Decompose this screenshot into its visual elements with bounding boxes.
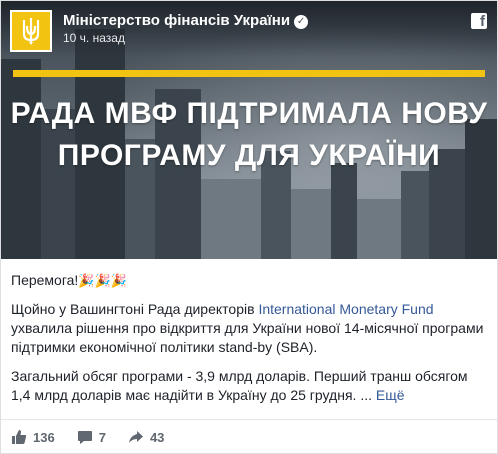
paragraph-2: Загальний обсяг програми - 3,9 млрд дола… [11, 367, 489, 405]
like-icon [12, 430, 27, 444]
building [291, 189, 331, 259]
trident-icon [22, 18, 40, 45]
comment-icon [77, 431, 92, 444]
page-name-text[interactable]: Міністерство фінансів України [63, 12, 290, 29]
comment-count: 7 [98, 429, 106, 445]
post-image[interactable]: Міністерство фінансів України ✓ 10 ч. наз… [1, 1, 497, 259]
comment-action[interactable]: 7 [77, 429, 106, 445]
like-action[interactable]: 136 [11, 429, 55, 445]
post-text: Перемога!🎉🎉🎉 Щойно у Вашингтоні Рада дир… [11, 271, 489, 415]
headline-line-2: ПРОГРАМУ ДЛЯ УКРАЇНИ [57, 139, 441, 172]
imf-page-link[interactable]: International Monetary Fund [258, 301, 433, 317]
greeting-text: Перемога! [11, 272, 79, 288]
facebook-icon: f [471, 13, 487, 29]
para1-before: Щойно у Вашингтоні Рада директорів [11, 301, 259, 317]
building [401, 171, 429, 259]
post-timestamp[interactable]: 10 ч. назад [63, 31, 125, 45]
ministry-logo[interactable] [10, 10, 52, 52]
share-count: 43 [149, 429, 165, 445]
party-popper-emojis: 🎉🎉🎉 [78, 273, 127, 288]
building [201, 179, 261, 259]
building [357, 199, 401, 259]
building [331, 163, 357, 259]
see-more-link[interactable]: Ещё [376, 387, 405, 403]
verified-badge-icon: ✓ [294, 15, 309, 29]
share-action[interactable]: 43 [128, 429, 164, 445]
facebook-post-card: Міністерство фінансів України ✓ 10 ч. наз… [0, 0, 498, 454]
accent-bar [13, 70, 485, 77]
headline-line-1: РАДА МВФ ПІДТРИМАЛА НОВУ [10, 97, 488, 130]
post-actions: 136 7 43 [11, 427, 186, 447]
para1-after: ухвалила рішення про відкриття для Украї… [11, 320, 484, 355]
share-icon [128, 431, 143, 443]
greeting-paragraph: Перемога!🎉🎉🎉 [11, 271, 489, 290]
like-count: 136 [33, 429, 55, 445]
divider [1, 419, 497, 420]
header-overlay [1, 1, 497, 57]
page-name[interactable]: Міністерство фінансів України ✓ [63, 12, 309, 29]
paragraph-1: Щойно у Вашингтоні Рада директорів Inter… [11, 300, 489, 357]
image-headline: РАДА МВФ ПІДТРИМАЛА НОВУ ПРОГРАМУ ДЛЯ УК… [1, 93, 497, 177]
